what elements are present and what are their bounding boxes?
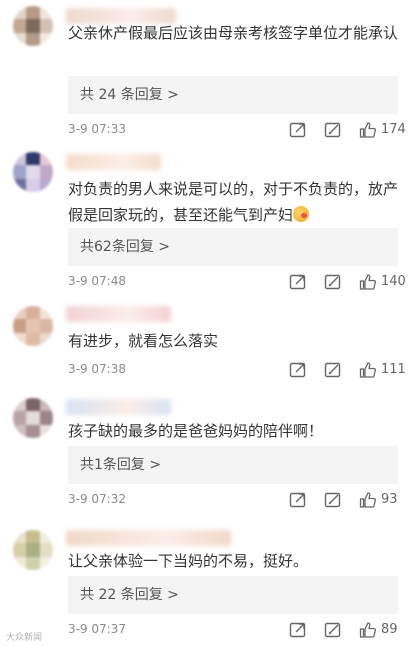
share-icon[interactable] xyxy=(288,272,308,292)
avatar-pixel xyxy=(13,178,27,192)
avatar-pixel xyxy=(26,178,40,192)
comment-time: 3-9 07:33 xyxy=(68,122,126,136)
avatar-pixel xyxy=(26,319,40,333)
avatar-pixel xyxy=(13,543,27,557)
avatar-pixel xyxy=(26,556,40,570)
avatar-pixel xyxy=(26,19,40,33)
comment-text: 孩子缺的最多的是爸爸妈妈的陪伴啊！ xyxy=(68,422,324,440)
comment-text: 对负责的男人来说是可以的，对于不负责的，放产假是回家玩的，甚至还能气到产妇 xyxy=(68,176,398,228)
like-count: 89 xyxy=(381,622,398,637)
comment-time: 3-9 07:38 xyxy=(68,362,126,376)
avatar[interactable] xyxy=(13,152,53,192)
avatar[interactable] xyxy=(13,530,53,570)
comment-icon[interactable] xyxy=(323,120,343,140)
avatar-pixel xyxy=(26,306,40,320)
share-icon[interactable] xyxy=(288,620,308,640)
share-icon[interactable] xyxy=(288,490,308,510)
emoji-icon xyxy=(293,206,310,222)
comment-time: 3-9 07:48 xyxy=(68,274,126,288)
avatar-pixel xyxy=(39,6,53,20)
avatar-pixel xyxy=(26,424,40,438)
avatar-pixel xyxy=(26,543,40,557)
avatar-pixel xyxy=(26,530,40,544)
avatar-pixel xyxy=(13,152,27,166)
avatar-pixel xyxy=(13,398,27,412)
watermark: 大众新闻 xyxy=(6,633,43,643)
avatar-pixel xyxy=(39,556,53,570)
avatar-pixel xyxy=(13,411,27,425)
username-blurred[interactable] xyxy=(66,306,171,322)
avatar-pixel xyxy=(39,332,53,346)
like-icon[interactable] xyxy=(358,490,378,510)
avatar[interactable] xyxy=(13,306,53,346)
replies-link[interactable]: 共 24 条回复 > xyxy=(68,76,398,114)
avatar-pixel xyxy=(13,332,27,346)
comment-icon[interactable] xyxy=(323,490,343,510)
comment-meta: 3-9 07:48 140 xyxy=(68,272,406,292)
avatar-pixel xyxy=(39,19,53,33)
share-icon[interactable] xyxy=(288,120,308,140)
username-blurred[interactable] xyxy=(66,530,231,546)
avatar-pixel xyxy=(39,306,53,320)
comment-icon[interactable] xyxy=(323,620,343,640)
avatar-pixel xyxy=(39,178,53,192)
avatar-pixel xyxy=(26,411,40,425)
like-icon[interactable] xyxy=(358,360,378,380)
like-icon[interactable] xyxy=(358,120,378,140)
avatar-pixel xyxy=(39,530,53,544)
avatar-pixel xyxy=(13,32,27,46)
replies-link[interactable]: 共62条回复 > xyxy=(68,228,398,266)
comment-time: 3-9 07:32 xyxy=(68,492,126,506)
avatar-pixel xyxy=(26,6,40,20)
like-count: 93 xyxy=(381,492,398,507)
avatar-pixel xyxy=(26,32,40,46)
avatar-pixel xyxy=(39,424,53,438)
comment-icon[interactable] xyxy=(323,272,343,292)
avatar-pixel xyxy=(13,165,27,179)
replies-link[interactable]: 共 22 条回复 > xyxy=(68,576,398,614)
comment-time: 3-9 07:37 xyxy=(68,622,126,636)
comment-meta: 3-9 07:38 111 xyxy=(68,360,406,380)
like-count: 174 xyxy=(381,122,406,137)
avatar-pixel xyxy=(26,398,40,412)
avatar-pixel xyxy=(13,556,27,570)
avatar-pixel xyxy=(13,424,27,438)
avatar-pixel xyxy=(13,6,27,20)
comment-text-body: 对负责的男人来说是可以的，对于不负责的，放产假是回家玩的，甚至还能气到产妇 xyxy=(68,180,399,224)
comment-text: 有进步，就看怎么落实 xyxy=(68,332,219,350)
avatar-pixel xyxy=(13,319,27,333)
comment-meta: 3-9 07:37 89 xyxy=(68,620,403,640)
avatar-pixel xyxy=(39,165,53,179)
avatar[interactable] xyxy=(13,398,53,438)
avatar-pixel xyxy=(26,332,40,346)
avatar[interactable] xyxy=(13,6,53,46)
like-icon[interactable] xyxy=(358,272,378,292)
avatar-pixel xyxy=(13,19,27,33)
comment-meta: 3-9 07:33 174 xyxy=(68,120,406,140)
comment-icon[interactable] xyxy=(323,360,343,380)
share-icon[interactable] xyxy=(288,360,308,380)
username-blurred[interactable] xyxy=(66,399,171,415)
avatar-pixel xyxy=(13,530,27,544)
avatar-pixel xyxy=(39,543,53,557)
like-count: 111 xyxy=(381,362,406,377)
avatar-pixel xyxy=(39,32,53,46)
avatar-pixel xyxy=(26,152,40,166)
like-count: 140 xyxy=(381,274,406,289)
avatar-pixel xyxy=(39,398,53,412)
avatar-pixel xyxy=(39,411,53,425)
avatar-pixel xyxy=(13,306,27,320)
like-icon[interactable] xyxy=(358,620,378,640)
comment-meta: 3-9 07:32 93 xyxy=(68,490,403,510)
replies-link[interactable]: 共1条回复 > xyxy=(68,446,398,484)
avatar-pixel xyxy=(39,319,53,333)
username-blurred[interactable] xyxy=(66,154,161,170)
avatar-pixel xyxy=(26,165,40,179)
comment-text: 父亲休产假最后应该由母亲考核签字单位才能承认 xyxy=(68,24,399,42)
comment-text: 让父亲体验一下当妈的不易，挺好。 xyxy=(68,552,309,570)
avatar-pixel xyxy=(39,152,53,166)
